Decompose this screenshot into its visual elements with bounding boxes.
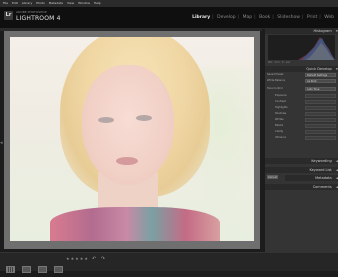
row-label: Blacks	[275, 124, 284, 127]
rotate-left-icon[interactable]: ↶	[92, 256, 96, 262]
auto-tone-button[interactable]: Auto Tone	[305, 87, 336, 91]
photo-left-eye	[98, 117, 114, 123]
row-adjust-buttons[interactable]	[305, 112, 336, 116]
comments-header[interactable]: Comments ◀	[265, 184, 338, 190]
metadata-preset-select[interactable]: Default	[267, 175, 278, 179]
metadata-header[interactable]: Metadata ◀	[285, 175, 338, 181]
photo-lips	[116, 157, 138, 165]
saved-preset-select[interactable]: Default Settings	[305, 73, 336, 77]
row-adjust-buttons[interactable]	[305, 124, 336, 128]
quick-develop-header[interactable]: Quick Develop ▼	[265, 66, 338, 72]
histogram-graph	[298, 37, 335, 60]
quick-develop-row: Exposure	[267, 94, 336, 98]
loupe-viewer[interactable]	[4, 31, 260, 249]
module-map[interactable]: Map	[243, 15, 253, 20]
module-print[interactable]: Print	[307, 15, 317, 20]
tone-control-label: Tone Control	[267, 87, 283, 90]
row-label: Clarity	[275, 130, 284, 133]
row-label: Shadows	[275, 112, 287, 115]
menu-bar: File Edit Library Photo Metadata View Wi…	[0, 0, 338, 7]
brand-subtitle: ADOBE PHOTOSHOP	[16, 10, 47, 14]
keywording-header[interactable]: Keywording ◀	[265, 158, 338, 164]
histogram-header[interactable]: Histogram ▼	[265, 28, 338, 34]
module-web[interactable]: Web	[324, 15, 334, 20]
rotate-right-icon[interactable]: ↷	[101, 256, 105, 262]
quick-develop-row: Blacks	[267, 124, 336, 128]
menu-photo[interactable]: Photo	[36, 1, 45, 5]
keyword-list-header[interactable]: Keyword List ◀	[265, 167, 338, 173]
quick-develop-row: Contrast	[267, 100, 336, 104]
quick-develop-row: Whites	[267, 118, 336, 122]
right-panel: Histogram ▼ ISO · mm · f/ · sec Quick Dev…	[265, 28, 338, 265]
menu-window[interactable]: Window	[78, 1, 90, 5]
quick-develop-row: Clarity	[267, 130, 336, 134]
tone-control-row: Tone Control Auto Tone	[267, 87, 336, 91]
module-slideshow[interactable]: Slideshow	[277, 15, 300, 20]
rotate-controls: ↶ ↷	[92, 256, 108, 262]
white-balance-label: White Balance	[267, 79, 286, 82]
row-adjust-buttons[interactable]	[305, 136, 336, 140]
menu-edit[interactable]: Edit	[12, 1, 18, 5]
module-library[interactable]: Library	[192, 15, 210, 20]
quick-develop-row: Shadows	[267, 112, 336, 116]
photo-floral-top	[50, 207, 220, 241]
menu-metadata[interactable]: Metadata	[49, 1, 63, 5]
histogram	[268, 35, 335, 60]
photo-right-eye	[136, 115, 152, 121]
module-picker: Library | Develop | Map | Book | Slideshow | …	[192, 15, 334, 20]
menu-file[interactable]: File	[3, 1, 8, 5]
row-adjust-buttons[interactable]	[305, 100, 336, 104]
quick-develop-row: Highlights	[267, 106, 336, 110]
white-balance-row: White Balance As Shot	[267, 79, 336, 83]
saved-preset-row: Saved Preset Default Settings	[267, 73, 336, 77]
quick-develop-row: Vibrance	[267, 136, 336, 140]
saved-preset-label: Saved Preset	[267, 73, 284, 76]
row-label: Whites	[275, 118, 284, 121]
photo-face	[82, 65, 174, 185]
photo-preview[interactable]	[10, 37, 254, 241]
module-develop[interactable]: Develop	[217, 15, 236, 20]
module-book[interactable]: Book	[259, 15, 270, 20]
star-rating[interactable]: ★★★★★	[66, 256, 89, 261]
row-label: Highlights	[275, 106, 288, 109]
lightroom-logo: Lr	[4, 11, 13, 20]
row-label: Exposure	[275, 94, 287, 97]
view-mode-buttons	[6, 258, 65, 277]
row-adjust-buttons[interactable]	[305, 106, 336, 110]
toolbar: ★★★★★ ↶ ↷	[0, 252, 338, 273]
menu-library[interactable]: Library	[22, 1, 33, 5]
row-adjust-buttons[interactable]	[305, 118, 336, 122]
menu-help[interactable]: Help	[94, 1, 101, 5]
histogram-camera-info: ISO · mm · f/ · sec	[268, 61, 291, 64]
white-balance-select[interactable]: As Shot	[305, 79, 336, 83]
brand-title: LIGHTROOM 4	[16, 15, 61, 22]
row-label: Vibrance	[275, 136, 286, 139]
row-label: Contrast	[275, 100, 286, 103]
identity-plate: Lr ADOBE PHOTOSHOP LIGHTROOM 4 Library | …	[0, 7, 338, 29]
row-adjust-buttons[interactable]	[305, 130, 336, 134]
left-panel-toggle-icon[interactable]: ◂	[0, 140, 3, 146]
menu-view[interactable]: View	[67, 1, 74, 5]
row-adjust-buttons[interactable]	[305, 94, 336, 98]
